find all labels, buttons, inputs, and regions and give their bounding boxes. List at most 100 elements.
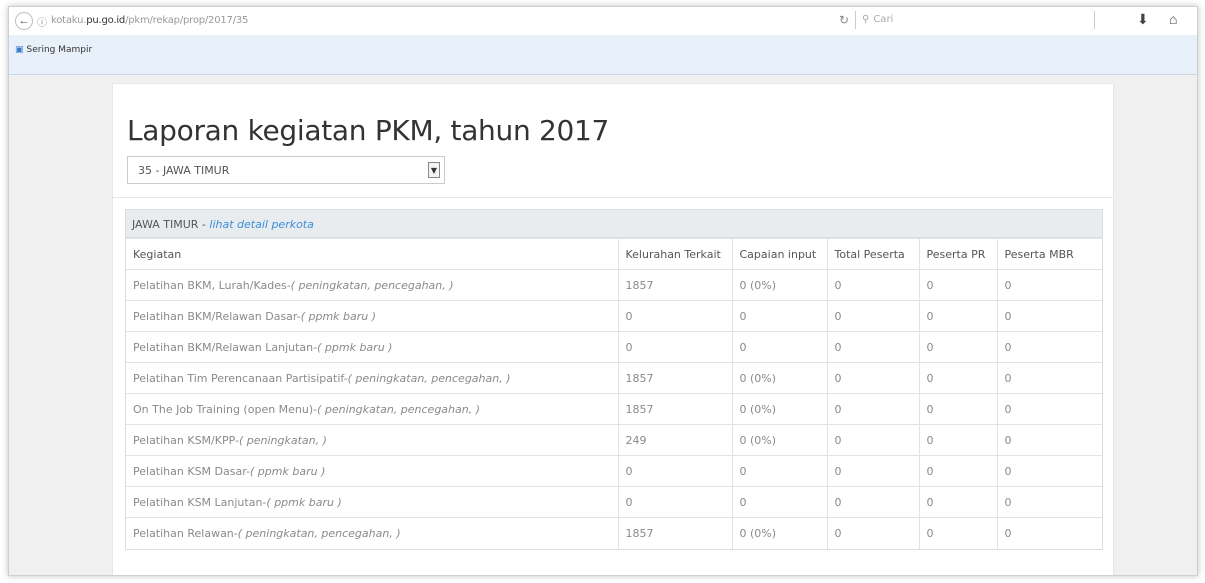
- table-row: Pelatihan Relawan-( peningkatan, pencega…: [126, 517, 1102, 549]
- table-row: Pelatihan BKM/Relawan Lanjutan-( ppmk ba…: [126, 331, 1102, 363]
- kegiatan-name: Pelatihan KSM Dasar-: [133, 464, 251, 478]
- page-container: Laporan kegiatan PKM, tahun 2017 35 - JA…: [112, 83, 1114, 575]
- cell-kegiatan: Pelatihan KSM Lanjutan-( ppmk baru ): [126, 486, 618, 518]
- url-prefix: kotaku.: [51, 15, 87, 26]
- cell-total-peserta: 0: [826, 517, 919, 549]
- cell-peserta-mbr: 0: [996, 455, 1102, 487]
- cell-capaian: 0: [731, 455, 827, 487]
- url-host: pu.go.id: [86, 15, 126, 26]
- table-header-row: Kegiatan Kelurahan Terkait Capaian input…: [126, 238, 1102, 270]
- cell-total-peserta: 0: [826, 393, 919, 425]
- cell-peserta-mbr: 0: [996, 424, 1102, 456]
- panel-heading: JAWA TIMUR - lihat detail perkota: [126, 210, 1102, 238]
- header-kelurahan-terkait: Kelurahan Terkait: [617, 238, 732, 270]
- cell-peserta-mbr: 0: [996, 393, 1102, 425]
- home-icon[interactable]: ⌂: [1169, 11, 1177, 27]
- province-select[interactable]: 35 - JAWA TIMUR ▼: [127, 156, 445, 184]
- cell-peserta-pr: 0: [918, 455, 997, 487]
- cell-peserta-pr: 0: [918, 517, 997, 549]
- table-row: Pelatihan BKM, Lurah/Kades-( peningkatan…: [126, 269, 1102, 301]
- kegiatan-note: ( peningkatan, pencegahan, ): [347, 371, 511, 385]
- table-row: Pelatihan KSM Dasar-( ppmk baru ) 0 0 0 0 0: [126, 455, 1102, 487]
- cell-kelurahan: 0: [617, 455, 732, 487]
- detail-perkota-link[interactable]: lihat detail perkota: [209, 218, 313, 231]
- cell-peserta-mbr: 0: [996, 486, 1102, 518]
- cell-kegiatan: Pelatihan BKM, Lurah/Kades-( peningkatan…: [126, 269, 618, 301]
- cell-kelurahan: 1857: [617, 517, 732, 549]
- kegiatan-note: ( ppmk baru ): [300, 309, 377, 323]
- header-peserta-pr: Peserta PR: [918, 238, 997, 270]
- cell-capaian: 0 (0%): [731, 269, 827, 301]
- cell-peserta-pr: 0: [918, 331, 997, 363]
- back-arrow-icon[interactable]: ←: [15, 12, 33, 30]
- cell-capaian: 0: [731, 300, 827, 332]
- kegiatan-name: Pelatihan Relawan-: [133, 526, 238, 540]
- bookmark-label: Sering Mampir: [26, 45, 93, 55]
- cell-total-peserta: 0: [826, 269, 919, 301]
- kegiatan-name: Pelatihan Tim Perencanaan Partisipatif-: [133, 371, 348, 385]
- cell-total-peserta: 0: [826, 455, 919, 487]
- cell-peserta-mbr: 0: [996, 269, 1102, 301]
- cell-peserta-pr: 0: [918, 362, 997, 394]
- chevron-down-icon[interactable]: ▼: [428, 162, 440, 178]
- table-row: Pelatihan BKM/Relawan Dasar-( ppmk baru …: [126, 300, 1102, 332]
- cell-peserta-mbr: 0: [996, 517, 1102, 549]
- kegiatan-note: ( peningkatan, pencegahan, ): [290, 278, 454, 292]
- kegiatan-name: Pelatihan BKM, Lurah/Kades-: [133, 278, 291, 292]
- cell-peserta-mbr: 0: [996, 362, 1102, 394]
- cell-kegiatan: Pelatihan Relawan-( peningkatan, pencega…: [126, 517, 618, 549]
- download-icon[interactable]: ⬇: [1137, 11, 1149, 28]
- cell-kegiatan: On The Job Training (open Menu)-( pening…: [126, 393, 618, 425]
- cell-capaian: 0 (0%): [731, 362, 827, 394]
- header-total-peserta: Total Peserta: [826, 238, 919, 270]
- cell-capaian: 0: [731, 331, 827, 363]
- header-capaian-input: Capaian input: [731, 238, 827, 270]
- bookmark-sering-mampir[interactable]: ▣ Sering Mampir: [15, 45, 92, 55]
- divider: [113, 197, 1113, 198]
- cell-capaian: 0 (0%): [731, 424, 827, 456]
- kegiatan-name: On The Job Training (open Menu)-: [133, 402, 318, 416]
- report-panel: JAWA TIMUR - lihat detail perkota Kegiat…: [125, 209, 1103, 550]
- table-body: Pelatihan BKM, Lurah/Kades-( peningkatan…: [126, 269, 1102, 549]
- province-selected-value: 35 - JAWA TIMUR: [138, 164, 230, 177]
- cell-kegiatan: Pelatihan BKM/Relawan Lanjutan-( ppmk ba…: [126, 331, 618, 363]
- cell-kelurahan: 0: [617, 486, 732, 518]
- kegiatan-name: Pelatihan KSM/KPP-: [133, 433, 239, 447]
- kegiatan-note: ( ppmk baru ): [317, 340, 393, 354]
- bookmark-folder-icon: ▣: [15, 45, 24, 55]
- kegiatan-note: ( peningkatan, pencegahan, ): [317, 402, 481, 416]
- search-icon: ⚲: [862, 14, 870, 25]
- cell-kegiatan: Pelatihan KSM/KPP-( peningkatan, ): [126, 424, 618, 456]
- cell-peserta-pr: 0: [918, 269, 997, 301]
- cell-kelurahan: 1857: [617, 362, 732, 394]
- cell-peserta-mbr: 0: [996, 331, 1102, 363]
- cell-peserta-pr: 0: [918, 424, 997, 456]
- kegiatan-note: ( ppmk baru ): [266, 495, 342, 509]
- panel-separator: -: [198, 218, 210, 231]
- search-placeholder: Cari: [873, 14, 894, 25]
- table-row: Pelatihan KSM/KPP-( peningkatan, ) 249 0 (…: [126, 424, 1102, 456]
- cell-peserta-pr: 0: [918, 393, 997, 425]
- kegiatan-note: ( peningkatan, pencegahan, ): [237, 526, 401, 540]
- header-peserta-mbr: Peserta MBR: [996, 238, 1102, 270]
- cell-kelurahan: 1857: [617, 269, 732, 301]
- browser-navbar: ← ⓘ kotaku.pu.go.id/pkm/rekap/prop/2017/…: [9, 7, 1197, 35]
- cell-kelurahan: 1857: [617, 393, 732, 425]
- cell-peserta-pr: 0: [918, 300, 997, 332]
- info-icon[interactable]: ⓘ: [37, 14, 47, 29]
- report-table: Kegiatan Kelurahan Terkait Capaian input…: [126, 238, 1102, 549]
- cell-total-peserta: 0: [826, 300, 919, 332]
- kegiatan-note: ( peningkatan, ): [238, 433, 327, 447]
- header-kegiatan: Kegiatan: [126, 238, 618, 270]
- cell-kegiatan: Pelatihan BKM/Relawan Dasar-( ppmk baru …: [126, 300, 618, 332]
- address-bar[interactable]: kotaku.pu.go.id/pkm/rekap/prop/2017/35: [51, 15, 248, 26]
- panel-region: JAWA TIMUR: [132, 218, 199, 231]
- cell-total-peserta: 0: [826, 362, 919, 394]
- cell-capaian: 0 (0%): [731, 393, 827, 425]
- kegiatan-name: Pelatihan KSM Lanjutan-: [133, 495, 267, 509]
- bookmarks-bar: ▣ Sering Mampir: [9, 35, 1197, 75]
- kegiatan-note: ( ppmk baru ): [250, 464, 326, 478]
- search-input[interactable]: ⚲ Cari: [855, 11, 1095, 29]
- reload-icon[interactable]: ↻: [839, 13, 849, 27]
- cell-capaian: 0 (0%): [731, 517, 827, 549]
